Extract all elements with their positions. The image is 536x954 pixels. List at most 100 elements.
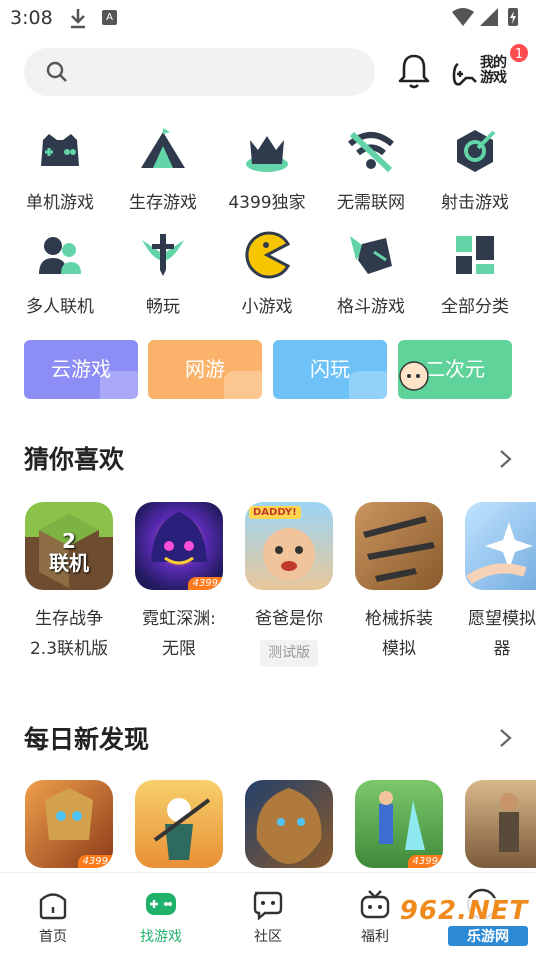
chevron-right-icon[interactable]	[498, 448, 514, 470]
category-all[interactable]: 全部分类	[423, 230, 527, 317]
category-label: 格斗游戏	[337, 297, 405, 317]
notification-badge: 1	[508, 42, 530, 64]
search-icon	[46, 61, 67, 82]
game-name: 霓虹深渊: 无限	[142, 609, 216, 659]
multiplayer-icon	[35, 230, 85, 280]
pacman-icon	[242, 230, 292, 280]
game-icon	[355, 502, 443, 590]
game-icon: 4399	[355, 780, 443, 868]
chevron-right-icon[interactable]	[498, 727, 514, 749]
tile-online-games[interactable]: 网游	[148, 340, 262, 399]
tile-anime[interactable]: 二次元	[398, 340, 512, 399]
wifi-off-icon	[346, 126, 396, 176]
category-offline[interactable]: 无需联网	[319, 126, 423, 213]
watermark-sub: 乐游网	[448, 926, 528, 946]
category-4399-exclusive[interactable]: 4399独家	[215, 126, 319, 213]
category-multiplayer[interactable]: 多人联机	[8, 230, 112, 317]
game-icon: DADDY!	[245, 502, 333, 590]
game-card[interactable]: 4399 霓虹深渊: 无限	[129, 502, 229, 664]
category-survival[interactable]: 生存游戏	[111, 126, 215, 213]
tile-instant-play[interactable]: 闪玩	[273, 340, 387, 399]
game-icon: 2 联机	[25, 502, 113, 590]
nav-find-games[interactable]: 找游戏	[121, 873, 201, 946]
tile-label: 二次元	[425, 357, 485, 381]
game-name: 爸爸是你	[255, 609, 323, 629]
grid-icon	[450, 230, 500, 280]
game-card[interactable]: 2 联机 生存战争 2.3联机版	[19, 502, 119, 664]
watermark-site: 962.NET	[399, 896, 529, 926]
crown-icon	[242, 126, 292, 176]
game-card[interactable]: 枪械拆装 模拟	[349, 502, 449, 664]
game-icon	[135, 780, 223, 868]
game-name: 愿望模拟 器	[468, 609, 536, 659]
game-icon: 4399	[25, 780, 113, 868]
category-label: 射击游戏	[441, 193, 509, 213]
category-label: 全部分类	[441, 297, 509, 317]
tile-decoration	[224, 371, 262, 399]
category-fighting[interactable]: 格斗游戏	[319, 230, 423, 317]
category-shooting[interactable]: 射击游戏	[423, 126, 527, 213]
nav-label: 社区	[254, 929, 282, 945]
test-version-tag: 测试版	[260, 640, 318, 667]
my-games-button[interactable]: 我的游戏	[452, 50, 514, 94]
game-card[interactable]	[129, 780, 229, 868]
category-label: 生存游戏	[129, 193, 197, 213]
game-card[interactable]	[459, 780, 536, 868]
game-name: 枪械拆装 模拟	[365, 609, 433, 659]
home-icon	[36, 887, 70, 921]
sword-icon	[138, 230, 188, 280]
category-label: 畅玩	[146, 297, 180, 317]
fight-icon	[346, 230, 396, 280]
game-card[interactable]: 愿望模拟 器	[459, 502, 536, 664]
game-icon	[245, 780, 333, 868]
search-input[interactable]	[24, 48, 375, 96]
anime-character-icon	[399, 361, 429, 391]
my-games-label: 我的游戏	[480, 55, 507, 86]
community-icon	[251, 887, 285, 921]
status-time: 3:08	[10, 7, 53, 29]
publisher-badge: 4399	[407, 855, 443, 868]
site-watermark: 962.NET 乐游网	[396, 892, 532, 948]
signal-icon	[452, 8, 518, 26]
tile-label: 闪玩	[310, 357, 350, 381]
nav-community[interactable]: 社区	[228, 873, 308, 946]
game-icon	[465, 502, 536, 590]
nav-label: 找游戏	[140, 929, 182, 945]
gamepad-icon	[35, 126, 85, 176]
status-bar: 3:08 A	[0, 0, 536, 36]
target-icon	[450, 126, 500, 176]
category-label: 4399独家	[228, 193, 306, 213]
tile-decoration	[349, 371, 387, 399]
section-title-guess: 猜你喜欢	[24, 445, 125, 474]
tent-icon	[138, 126, 188, 176]
tile-label: 网游	[185, 357, 225, 381]
category-single-player[interactable]: 单机游戏	[8, 126, 112, 213]
category-mini-games[interactable]: 小游戏	[215, 230, 319, 317]
game-icon	[465, 780, 536, 868]
a-icon: A	[102, 10, 117, 25]
bell-icon[interactable]	[396, 52, 432, 90]
category-label: 小游戏	[241, 297, 293, 317]
game-art-text: 2 联机	[49, 529, 89, 575]
category-label: 无需联网	[337, 193, 405, 213]
nav-label: 首页	[39, 929, 67, 945]
game-card[interactable]	[239, 780, 339, 868]
game-name: 生存战争 2.3联机版	[29, 609, 109, 659]
game-card[interactable]: DADDY! 爸爸是你 测试版	[239, 502, 339, 667]
tile-cloud-games[interactable]: 云游戏	[24, 340, 138, 399]
tile-decoration	[100, 371, 138, 399]
nav-home[interactable]: 首页	[13, 873, 93, 946]
game-art-text: DADDY!	[249, 506, 301, 519]
game-card[interactable]: 4399	[349, 780, 449, 868]
publisher-badge: 4399	[77, 855, 113, 868]
publisher-badge: 4399	[187, 577, 223, 590]
game-icon: 4399	[135, 502, 223, 590]
gift-icon	[358, 887, 392, 921]
category-label: 多人联机	[26, 297, 94, 317]
section-title-daily: 每日新发现	[24, 725, 150, 754]
find-game-icon	[144, 887, 178, 921]
game-card[interactable]: 4399	[19, 780, 119, 868]
download-icon	[71, 9, 85, 29]
category-label: 单机游戏	[26, 193, 94, 213]
category-play[interactable]: 畅玩	[111, 230, 215, 317]
